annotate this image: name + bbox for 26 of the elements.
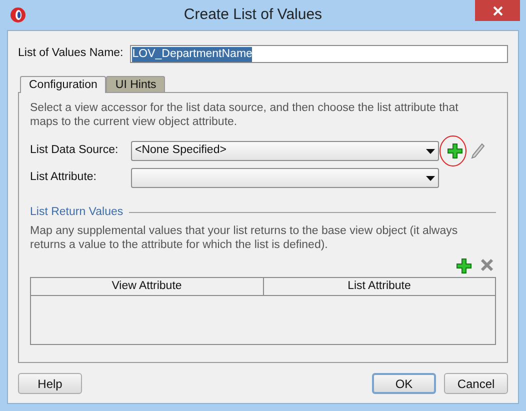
app-logo-icon [10, 7, 26, 23]
dialog-button[interactable]: Help [18, 373, 82, 394]
description-text: Select a view accessor for the list data source, and then choose the list attribute that maps to the current view object attribute. [30, 101, 460, 129]
add-icon[interactable] [447, 143, 463, 159]
field-label: List of Values Name: [18, 46, 124, 62]
tab[interactable]: UI Hints [106, 76, 166, 92]
caret-icon [426, 148, 435, 154]
column-header[interactable]: View Attribute [31, 278, 264, 296]
close-button[interactable] [475, 0, 520, 21]
tab[interactable]: Configuration [20, 76, 106, 93]
description-text: Map any supplemental values that your list returns to the base view object (it always returns a value to the attribute for which the list is defined). [30, 224, 459, 252]
column-header[interactable]: List Attribute [264, 278, 495, 296]
dialog-button[interactable]: OK [372, 373, 436, 394]
section-title: List Return Values [30, 205, 124, 220]
dialog-button[interactable]: Cancel [444, 373, 508, 394]
dropdown[interactable] [131, 168, 439, 188]
window-title: Create List of Values [182, 4, 324, 25]
caret-icon [426, 176, 435, 180]
dropdown[interactable]: <None Specified> [131, 141, 439, 161]
close-icon [492, 6, 502, 16]
name-field[interactable]: LOV_DepartmentName [130, 45, 508, 63]
field-label: List Data Source: [30, 143, 120, 158]
field-label: List Attribute: [30, 170, 98, 186]
delete-icon[interactable] [480, 258, 494, 272]
add-icon[interactable] [456, 258, 472, 274]
pencil-icon[interactable] [471, 143, 485, 159]
